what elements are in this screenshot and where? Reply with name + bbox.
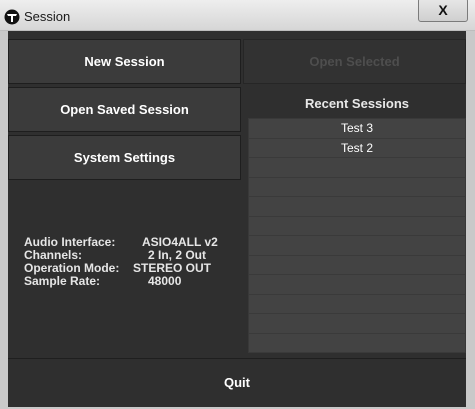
close-button[interactable]: X [418,0,468,22]
recent-session-empty-row[interactable] [249,236,465,256]
recent-session-empty-row[interactable] [249,256,465,275]
title-bar[interactable]: Session X [0,0,475,31]
recent-sessions-title: Recent Sessions [304,96,410,111]
session-window: Session X New Session Open Saved Session… [0,0,475,409]
sample-rate-label: Sample Rate: [24,274,101,288]
recent-session-empty-row[interactable] [249,158,465,178]
recent-session-empty-row[interactable] [249,334,465,353]
open-saved-session-button[interactable]: Open Saved Session [8,87,241,132]
quit-button[interactable]: Quit [8,359,466,407]
session-panel: New Session Open Saved Session System Se… [8,31,466,407]
new-session-button[interactable]: New Session [8,39,241,84]
recent-session-empty-row[interactable] [249,275,465,295]
recent-session-empty-row[interactable] [249,314,465,334]
recent-session-empty-row[interactable] [249,197,465,217]
app-logo-icon [4,9,20,25]
recent-session-item[interactable]: Test 2 [249,139,465,158]
recent-session-item[interactable]: Test 3 [249,119,465,139]
open-selected-button[interactable]: Open Selected [243,39,466,84]
recent-session-empty-row[interactable] [249,178,465,197]
system-settings-button[interactable]: System Settings [8,135,241,180]
recent-session-empty-row[interactable] [249,217,465,236]
recent-session-empty-row[interactable] [249,295,465,314]
window-title: Session [24,9,71,24]
recent-sessions-list[interactable]: Test 3 Test 2 [248,118,466,353]
sample-rate-value: 48000 [148,274,182,288]
